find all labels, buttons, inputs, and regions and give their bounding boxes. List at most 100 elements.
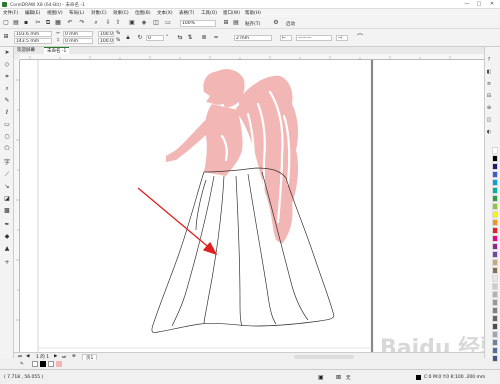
crop-tool-icon[interactable]: ⌗ [3, 73, 11, 81]
rotation-angle-field[interactable]: 0 [146, 35, 164, 41]
palette-swatch[interactable] [492, 203, 498, 210]
undo-icon[interactable]: ↶ [66, 19, 74, 27]
transparency-tool-icon[interactable]: ▩ [3, 207, 11, 215]
options-gear-icon[interactable]: ⚙ [272, 19, 280, 27]
new-document-icon[interactable]: ▢ [2, 19, 10, 27]
palette-swatch[interactable] [492, 291, 498, 298]
zoom-tool-icon[interactable]: ⌕ [3, 85, 11, 93]
menu-help[interactable]: 帮助(H) [245, 10, 261, 16]
swatch-black[interactable] [40, 361, 46, 367]
palette-swatch[interactable] [492, 355, 498, 362]
drawing-canvas[interactable]: Baidu 经验 [20, 60, 500, 361]
palette-swatch[interactable] [492, 307, 498, 314]
palette-swatch[interactable] [492, 283, 498, 290]
search-content-icon[interactable]: ⌕ [92, 19, 100, 27]
object-height-field[interactable]: 0 mm [63, 38, 93, 44]
start-arrowhead-dropdown[interactable]: ⊢ [280, 35, 292, 41]
add-tool-icon[interactable]: + [3, 259, 11, 267]
text-tool-icon[interactable]: 字 [3, 159, 11, 167]
grid-icon[interactable]: ▤ [232, 19, 240, 27]
scale-width-field[interactable]: 100.0 [98, 31, 114, 37]
palette-swatch[interactable] [492, 347, 498, 354]
ellipse-tool-icon[interactable]: ○ [3, 133, 11, 141]
lock-ratio-icon[interactable]: 🔒︎ [124, 34, 132, 42]
scale-height-field[interactable]: 100.0 [98, 38, 114, 44]
close-button[interactable]: ✕ [487, 1, 497, 7]
tab-welcome-screen[interactable]: 欢迎屏幕 [14, 47, 38, 54]
snap-to-dropdown[interactable]: 贴齐(T) [245, 21, 260, 27]
palette-swatch[interactable] [492, 323, 498, 330]
object-width-field[interactable]: 0 mm [63, 31, 93, 37]
next-page-button[interactable]: ▶ [54, 354, 57, 359]
eyedropper-tool-icon[interactable]: ✒ [3, 221, 11, 229]
palette-swatch[interactable] [492, 179, 498, 186]
end-arrowhead-dropdown[interactable]: ⊣ [336, 35, 348, 41]
position-y-field[interactable]: 143.5 mm [14, 38, 52, 44]
swatch-white[interactable] [48, 361, 54, 367]
dock-panel-icon[interactable]: ◫ [486, 117, 492, 123]
palette-swatch[interactable] [492, 219, 498, 226]
palette-swatch[interactable] [492, 275, 498, 282]
maximize-button[interactable]: □ [474, 1, 484, 7]
zoom-level-field[interactable]: 100% [180, 20, 216, 27]
import-icon[interactable]: ⇩ [104, 19, 112, 27]
copy-icon[interactable]: ⧉ [44, 19, 52, 27]
palette-swatch[interactable] [492, 315, 498, 322]
export-icon[interactable]: ⇧ [114, 19, 122, 27]
hints-icon[interactable]: ? [486, 57, 492, 63]
rectangle-tool-icon[interactable]: ▭ [3, 121, 11, 129]
palette-swatch[interactable] [492, 235, 498, 242]
smart-fill-icon[interactable]: ▲ [3, 245, 11, 253]
launch-dropdown[interactable]: 启动 [286, 21, 295, 27]
paste-icon[interactable]: ▦ [54, 19, 62, 27]
corel-connect-icon[interactable]: ◈ [140, 19, 148, 27]
outline-width-field[interactable]: 2 mm [234, 35, 272, 41]
position-x-field[interactable]: 103.6 mm [14, 31, 52, 37]
mirror-horizontal-icon[interactable]: ⇆ [176, 34, 184, 42]
swatch-pink[interactable] [56, 361, 62, 367]
align-icon[interactable]: ⊟ [486, 93, 492, 99]
mirror-vertical-icon[interactable]: ⇅ [186, 34, 194, 42]
open-icon[interactable]: ▤ [12, 19, 20, 27]
freehand-tool-icon[interactable]: ✎ [3, 97, 11, 105]
menu-bitmaps[interactable]: 位图(B) [135, 10, 151, 16]
pick-tool-icon[interactable]: ➤ [3, 49, 11, 57]
swatch-none[interactable] [32, 361, 38, 367]
drop-shadow-tool-icon[interactable]: ◪ [3, 195, 11, 203]
transform-icon[interactable]: ⊕ [486, 105, 492, 111]
palette-swatch[interactable] [492, 211, 498, 218]
outline-color-swatch[interactable] [416, 375, 421, 380]
menu-tools[interactable]: 工具(O) [201, 10, 217, 16]
previous-page-button[interactable]: ◀ [26, 354, 29, 359]
object-manager-icon[interactable]: ≡ [486, 81, 492, 87]
text-wrap-icon[interactable]: ≣ [200, 34, 208, 42]
menu-edit[interactable]: 编辑(E) [25, 10, 40, 16]
shape-tool-icon[interactable]: ◇ [3, 61, 11, 69]
palette-swatch[interactable] [492, 331, 498, 338]
menu-table[interactable]: 表格(T) [179, 10, 194, 16]
palette-swatch[interactable] [492, 259, 498, 266]
palette-swatch[interactable] [492, 227, 498, 234]
parallel-dimension-icon[interactable]: ⟋ [3, 171, 11, 179]
redo-icon[interactable]: ↷ [78, 19, 86, 27]
minimize-button[interactable]: — [462, 1, 472, 7]
color-styles-icon[interactable]: ◐ [486, 129, 492, 135]
menu-layout[interactable]: 布局(L) [69, 10, 84, 16]
eyedropper-icon[interactable]: ✎ [20, 362, 24, 367]
cut-icon[interactable]: ✂ [34, 19, 42, 27]
full-screen-preview-icon[interactable]: ▭ [164, 19, 172, 27]
properties-icon[interactable]: ◧ [486, 69, 492, 75]
palette-swatch[interactable] [492, 339, 498, 346]
artistic-media-icon[interactable]: ℓ [3, 109, 11, 117]
palette-swatch[interactable] [492, 171, 498, 178]
application-launcher-icon[interactable]: ◫ [152, 19, 160, 27]
palette-swatch[interactable] [492, 187, 498, 194]
palette-swatch[interactable] [492, 147, 498, 154]
menu-effects[interactable]: 效果(C) [113, 10, 129, 16]
convert-to-curves-icon[interactable]: ⌒ [356, 34, 364, 42]
menu-object[interactable]: 对象(C) [91, 10, 107, 16]
menu-window[interactable]: 窗口(W) [223, 10, 240, 16]
palette-swatch[interactable] [492, 267, 498, 274]
publish-pdf-icon[interactable]: ▣ [128, 19, 136, 27]
interactive-fill-icon[interactable]: ◆ [3, 233, 11, 241]
